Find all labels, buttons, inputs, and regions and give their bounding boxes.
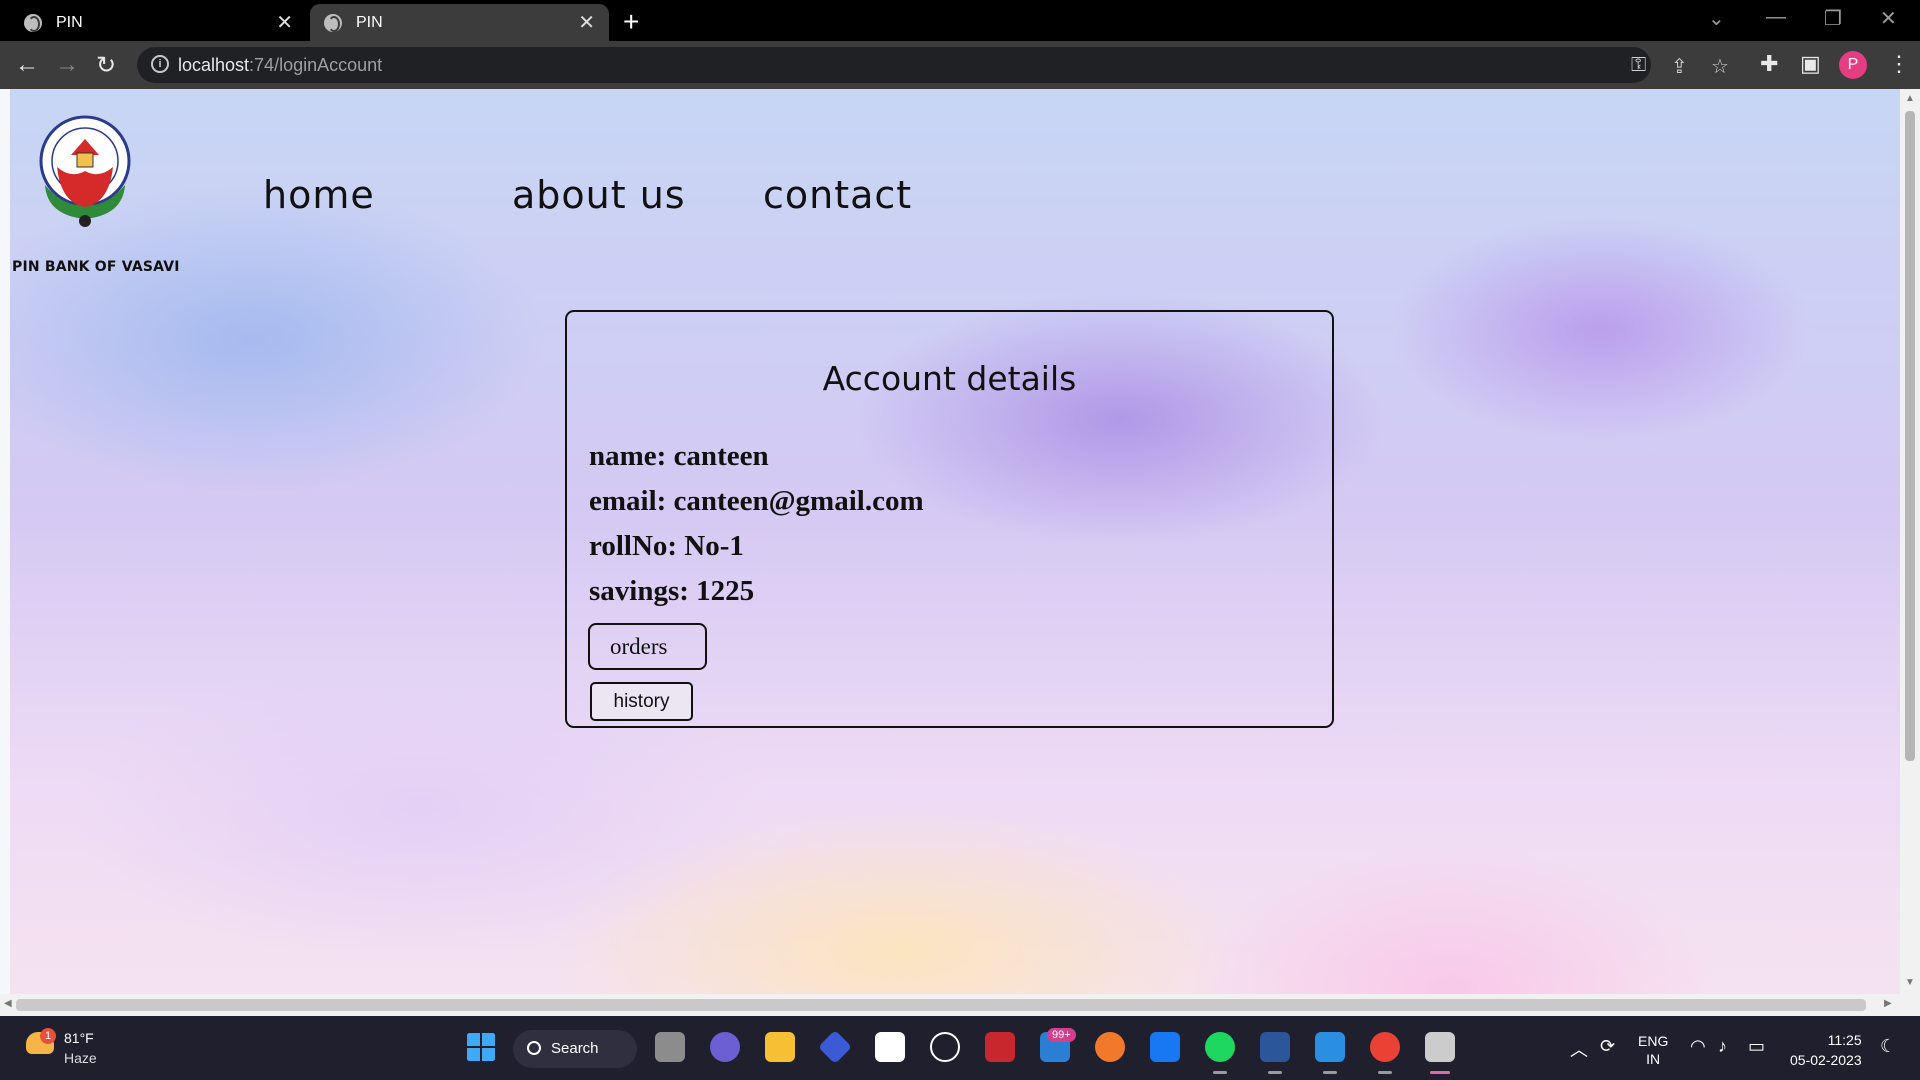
history-button[interactable]: history [590,682,693,721]
menu-icon[interactable]: ⋮ [1888,51,1910,77]
account-email: email: canteen@gmail.com [589,485,924,517]
url-path: :74/loginAccount [249,55,383,75]
forward-icon[interactable]: → [55,51,79,79]
clock-date: 05-02-2023 [1790,1052,1862,1068]
account-rollno: rollNo: No-1 [589,530,744,562]
weather-condition[interactable]: Haze [64,1050,97,1066]
tab-search-icon[interactable]: ⌄ [1708,6,1725,31]
media-app-icon[interactable] [818,1030,852,1064]
new-tab-button[interactable]: + [623,6,639,38]
browser-tab-1[interactable]: PIN ✕ [10,4,307,41]
running-indicator [1268,1071,1282,1074]
tab-title: PIN [56,13,83,31]
facebook-icon[interactable] [1150,1032,1180,1062]
active-indicator [1430,1071,1450,1074]
mcafee-icon[interactable] [985,1032,1015,1062]
firefox-icon[interactable] [1095,1032,1125,1062]
account-savings: savings: 1225 [589,575,755,607]
running-indicator [1323,1071,1337,1074]
close-window-icon[interactable]: ✕ [1880,6,1897,31]
dell-icon[interactable] [930,1032,960,1062]
globe-icon [24,13,42,32]
address-bar[interactable]: i localhost:74/loginAccount ⚿ ⇪ ☆ [137,47,1729,83]
search-icon [527,1041,541,1055]
nav-contact[interactable]: contact [763,173,912,217]
notification-badge: 99+ [1047,1028,1076,1042]
profile-avatar[interactable]: P [1839,51,1867,79]
browser-tab-2[interactable]: PIN ✕ [310,4,609,41]
account-name: name: canteen [589,440,769,472]
running-indicator [1378,1071,1392,1074]
back-icon[interactable]: ← [15,51,39,79]
horizontal-scroll-thumb[interactable] [16,999,1866,1011]
chrome-icon[interactable] [1370,1032,1400,1062]
language-code: ENG [1638,1033,1669,1049]
share-icon[interactable]: ⇪ [1671,54,1688,79]
vscode-icon[interactable] [1315,1032,1345,1062]
sync-icon[interactable]: ⟳ [1600,1036,1615,1057]
spotify-icon[interactable] [1205,1032,1235,1062]
battery-icon[interactable]: ▭ [1748,1036,1765,1057]
word-icon[interactable] [1260,1032,1290,1062]
reload-icon[interactable]: ↻ [96,51,116,80]
url-host: localhost [178,55,250,75]
site-info-icon[interactable]: i [151,55,169,73]
tab-title: PIN [356,13,383,31]
scroll-up-icon[interactable]: ▲ [1905,93,1915,104]
orders-button[interactable]: orders [588,623,707,670]
page-viewport: PIN BANK OF VASAVI home about us contact… [0,89,1920,1016]
region-code: IN [1646,1051,1661,1067]
windows-taskbar: 1 81°F Haze Search 99+ ︿ ⟳ ENG IN ◠ ♪ ▭ … [0,1016,1920,1080]
url-text[interactable]: localhost:74/loginAccount [178,55,382,76]
system-clock[interactable]: 11:25 05-02-2023 [1790,1030,1862,1070]
scroll-left-icon[interactable]: ◀ [4,998,12,1009]
windows-start-icon[interactable] [466,1032,496,1062]
taskbar-search[interactable]: Search [513,1030,637,1068]
task-view-icon[interactable] [655,1032,685,1062]
account-details-card: Account details name: canteen email: can… [565,310,1334,728]
notifications-icon[interactable]: ☾ [1880,1036,1896,1057]
wifi-icon[interactable]: ◠ [1690,1036,1706,1057]
vertical-scroll-thumb[interactable] [1905,111,1915,761]
browser-toolbar: ← → ↻ i localhost:74/loginAccount ⚿ ⇪ ☆ … [0,41,1920,89]
side-panel-icon[interactable]: ▣ [1800,51,1821,77]
horizontal-scrollbar[interactable]: ◀ ▶ [0,994,1920,1016]
weather-badge: 1 [40,1028,56,1044]
file-explorer-icon[interactable] [765,1032,795,1062]
brand-name: PIN BANK OF VASAVI [12,259,180,275]
running-indicator [1213,1071,1227,1074]
card-title: Account details [822,359,1077,398]
nav-home[interactable]: home [263,173,375,217]
teams-chat-icon[interactable] [710,1032,740,1062]
vertical-scrollbar[interactable]: ▲ ▼ [1900,89,1920,994]
scroll-down-icon[interactable]: ▼ [1905,977,1915,988]
globe-icon [324,13,342,32]
volume-icon[interactable]: ♪ [1718,1036,1727,1057]
page-edge [0,89,10,994]
microsoft-store-icon[interactable] [875,1032,905,1062]
browser-tabbar: PIN ✕ PIN ✕ + ⌄ — ❐ ✕ [0,0,1920,41]
college-logo [39,115,131,227]
close-tab-icon[interactable]: ✕ [578,10,595,35]
nav-about-us[interactable]: about us [512,173,686,217]
password-key-icon[interactable]: ⚿ [1631,54,1646,77]
scroll-right-icon[interactable]: ▶ [1884,998,1892,1009]
minimize-icon[interactable]: — [1766,6,1786,29]
weather-temperature[interactable]: 81°F [64,1030,94,1046]
close-tab-icon[interactable]: ✕ [276,10,293,35]
extensions-icon[interactable]: ✚ [1760,51,1778,77]
snipping-tool-icon[interactable] [1425,1032,1455,1062]
language-indicator[interactable]: ENG IN [1638,1032,1668,1068]
chevron-up-icon[interactable]: ︿ [1570,1036,1588,1062]
search-label: Search [551,1040,599,1057]
bookmark-star-icon[interactable]: ☆ [1711,54,1729,79]
clock-time: 11:25 [1827,1032,1862,1048]
restore-icon[interactable]: ❐ [1824,6,1842,31]
